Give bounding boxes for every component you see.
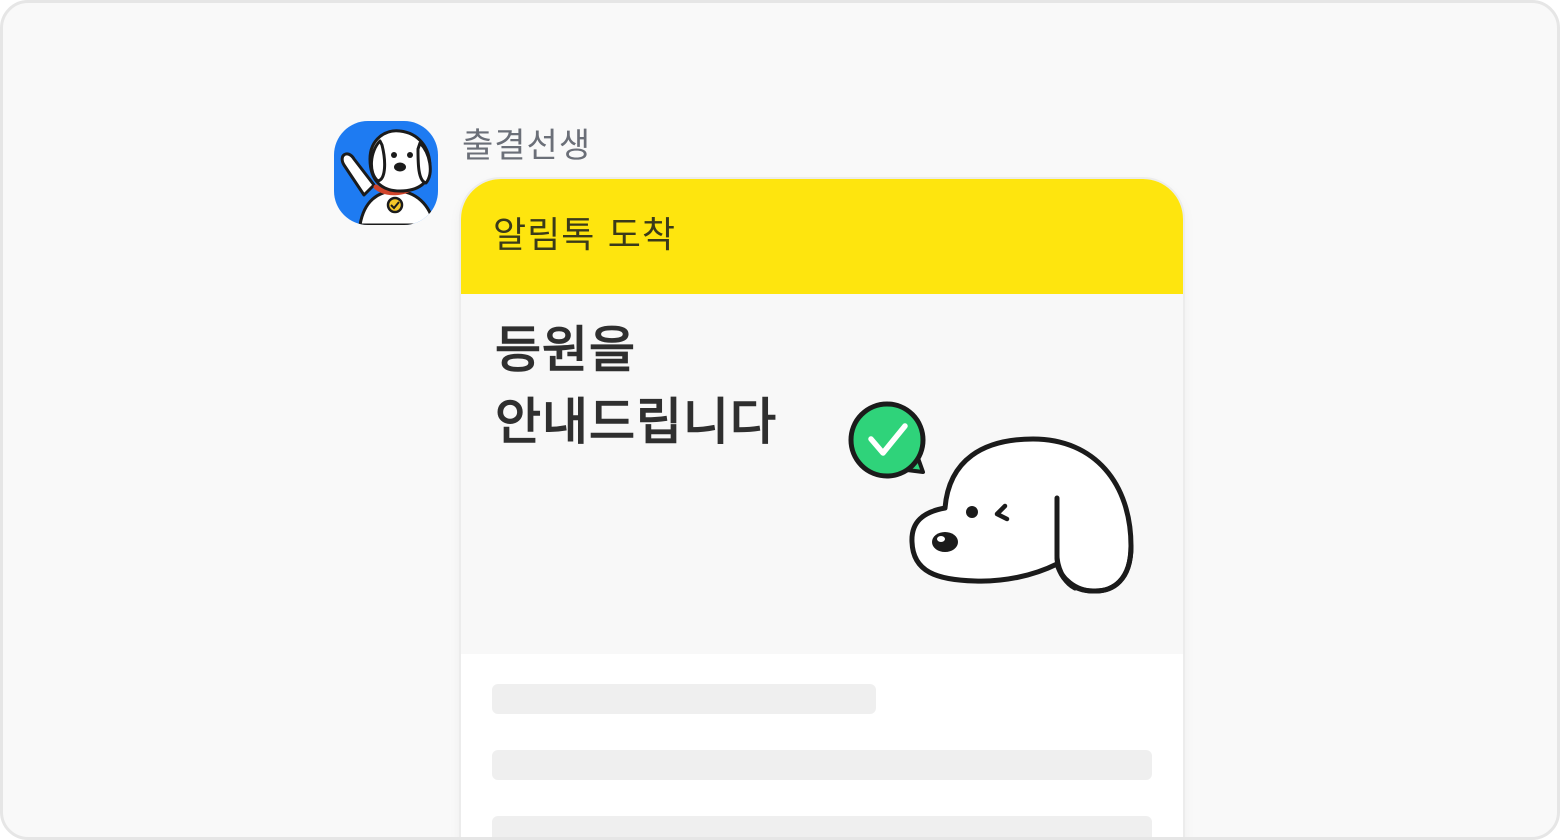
- placeholder-line: [492, 684, 876, 714]
- notification-preview-frame: 출결선생 알림톡 도착 등원을 안내드립니다: [0, 0, 1560, 840]
- card-hero: 등원을 안내드립니다: [461, 294, 1183, 654]
- sender-name: 출결선생: [462, 126, 592, 166]
- card-header: 알림톡 도착: [461, 179, 1183, 294]
- placeholder-line: [492, 750, 1152, 780]
- dog-mascot-avatar-icon: [340, 129, 436, 225]
- dog-head: [909, 436, 1134, 594]
- alimtalk-message-card[interactable]: 알림톡 도착 등원을 안내드립니다: [461, 179, 1183, 837]
- card-body: [461, 654, 1183, 837]
- card-header-title: 알림톡 도착: [493, 215, 677, 256]
- check-bubble-icon: [848, 401, 926, 479]
- sender-avatar[interactable]: [334, 121, 438, 225]
- placeholder-line: [492, 816, 1152, 837]
- dog-mascot-illustration: [848, 401, 1134, 594]
